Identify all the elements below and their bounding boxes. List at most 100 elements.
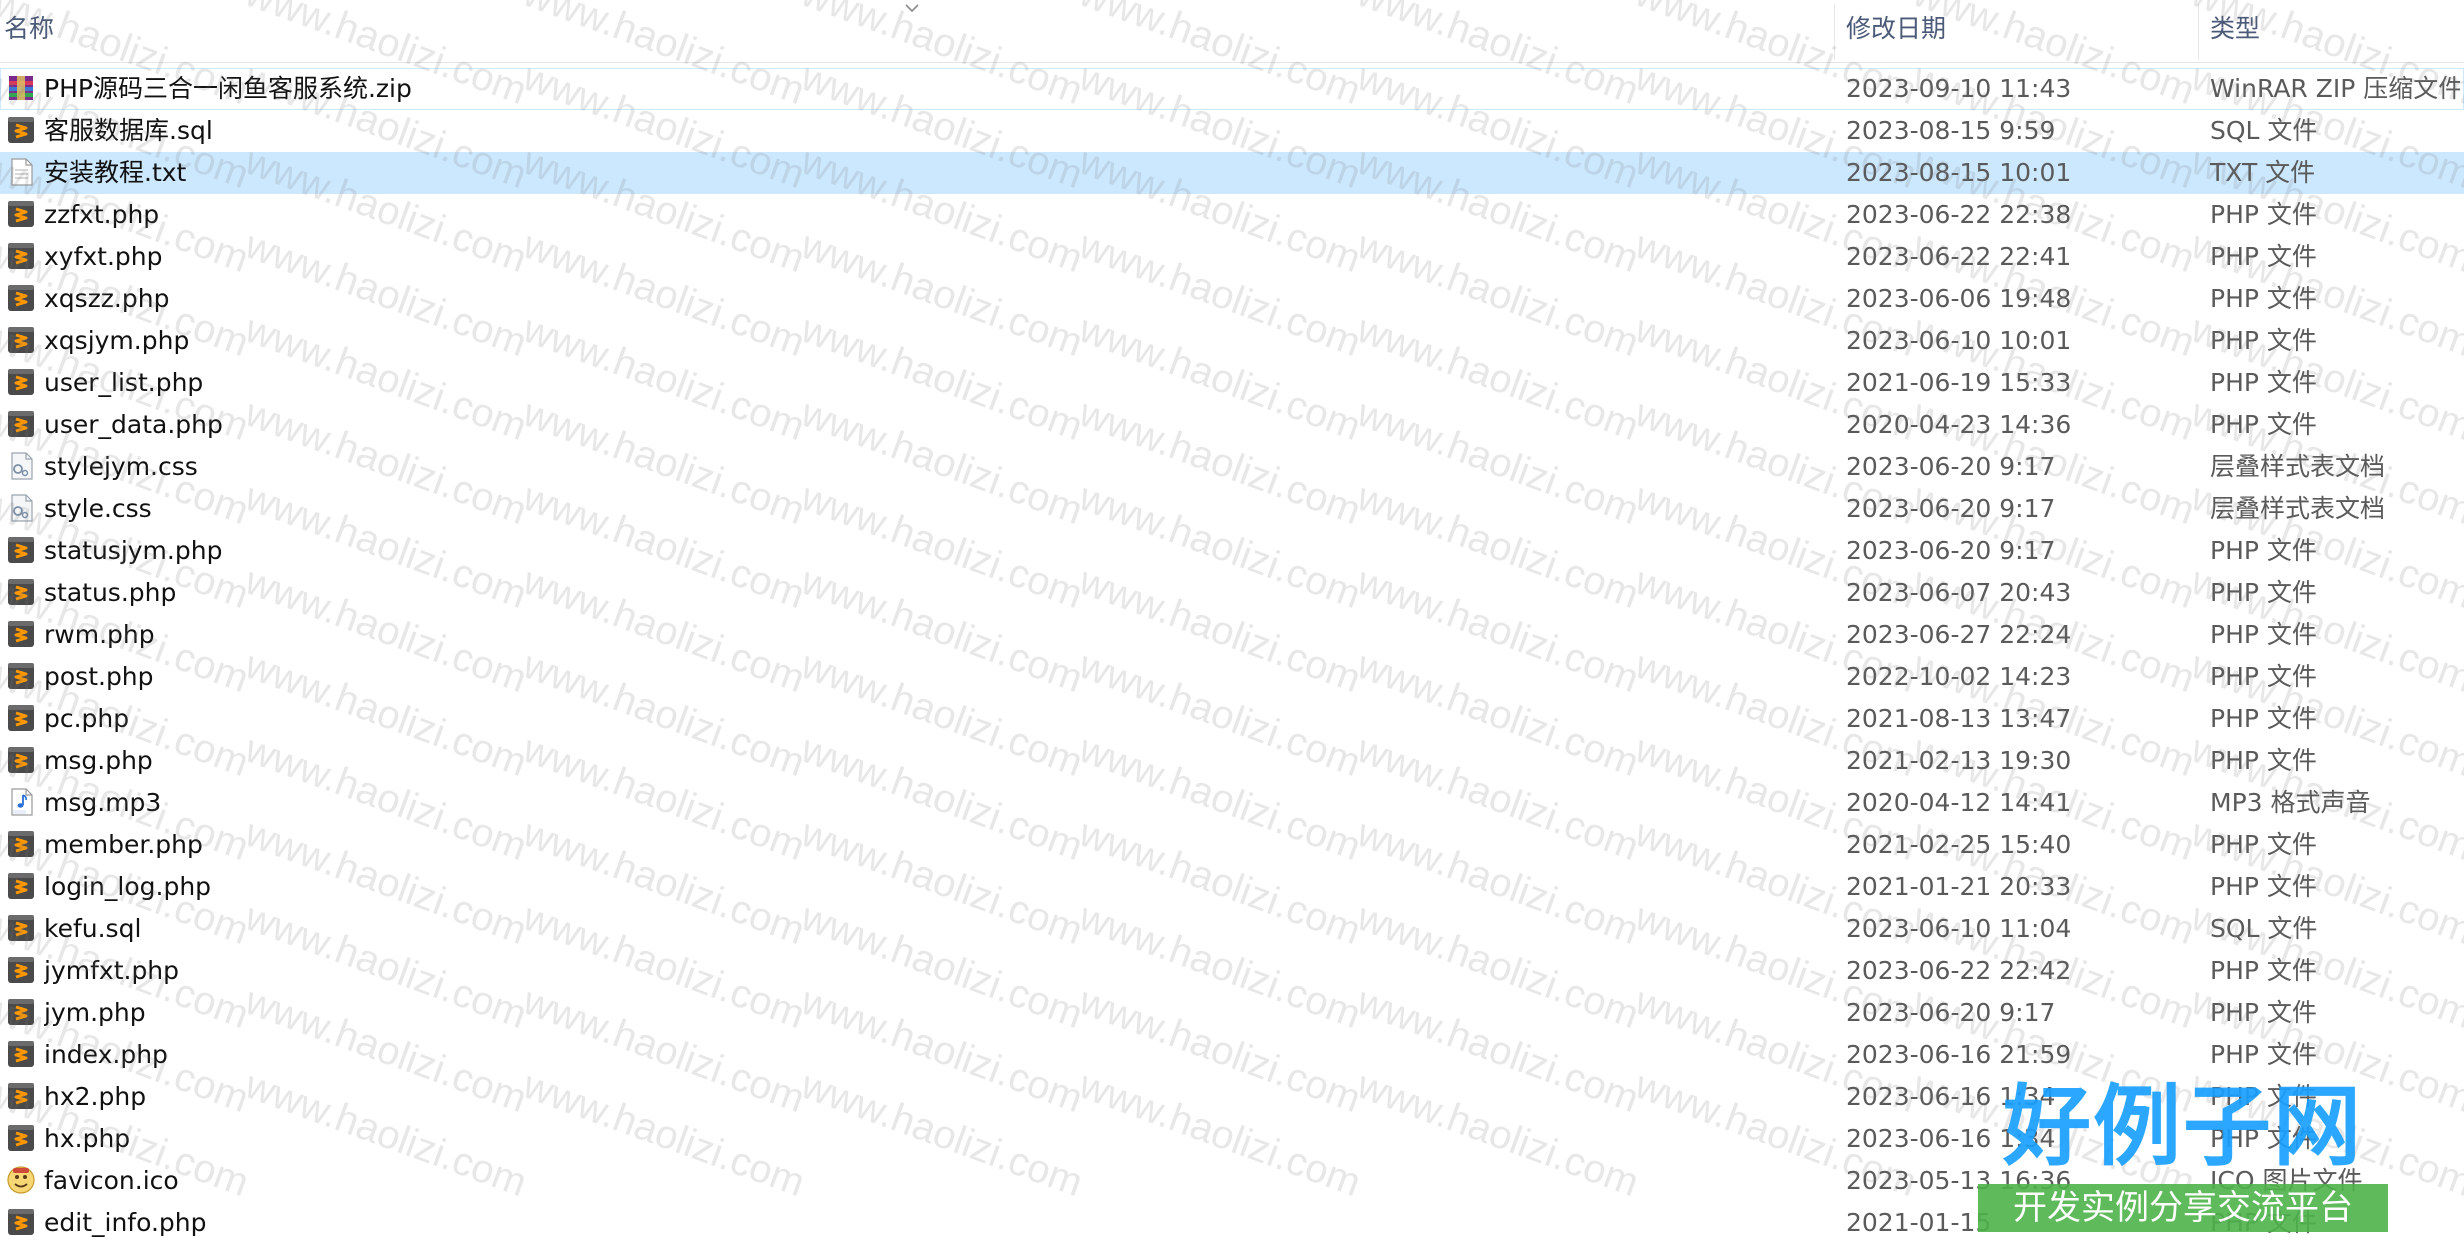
file-name[interactable]: 安装教程.txt [44, 152, 1824, 194]
file-name[interactable]: hx.php [44, 1118, 1824, 1160]
file-name[interactable]: style.css [44, 488, 1824, 530]
file-type: PHP 文件 [2210, 704, 2317, 733]
file-name[interactable]: user_data.php [44, 404, 1824, 446]
file-row[interactable]: stylejym.css 2023-06-20 9:17 层叠样式表文档 [0, 446, 2464, 488]
file-name[interactable]: jymfxt.php [44, 950, 1824, 992]
file-modified-date: 2023-06-07 20:43 [1846, 578, 2072, 607]
sublime-file-icon [8, 285, 34, 311]
file-row[interactable]: index.php 2023-06-16 21:59 PHP 文件 [0, 1034, 2464, 1076]
sublime-file-icon [8, 1041, 34, 1067]
file-name[interactable]: 客服数据库.sql [44, 110, 1824, 152]
file-modified-date: 2023-06-20 9:17 [1846, 452, 2056, 481]
text-file-icon [11, 158, 33, 186]
file-name[interactable]: login_log.php [44, 866, 1824, 908]
file-modified-date: 2023-06-16 21:59 [1846, 1040, 2072, 1069]
file-name[interactable]: pc.php [44, 698, 1824, 740]
file-row[interactable]: rwm.php 2023-06-27 22:24 PHP 文件 [0, 614, 2464, 656]
file-modified-date: 2023-06-20 9:17 [1846, 494, 2056, 523]
file-name[interactable]: favicon.ico [44, 1160, 1824, 1202]
file-row[interactable]: pc.php 2021-08-13 13:47 PHP 文件 [0, 698, 2464, 740]
column-header-date[interactable]: 修改日期 [1846, 0, 2196, 62]
file-type: PHP 文件 [2210, 956, 2317, 985]
file-name[interactable]: stylejym.css [44, 446, 1824, 488]
css-file-icon [11, 452, 33, 480]
file-type: PHP 文件 [2210, 872, 2317, 901]
file-modified-date: 2023-08-15 10:01 [1846, 158, 2072, 187]
file-row[interactable]: user_data.php 2020-04-23 14:36 PHP 文件 [0, 404, 2464, 446]
file-modified-date: 2023-06-10 10:01 [1846, 326, 2072, 355]
file-name[interactable]: xqszz.php [44, 278, 1824, 320]
sublime-file-icon [8, 621, 34, 647]
logo-title: 好例子网 [2002, 1075, 2363, 1178]
file-name[interactable]: zzfxt.php [44, 194, 1824, 236]
file-type: PHP 文件 [2210, 620, 2317, 649]
file-row[interactable]: msg.mp3 2020-04-12 14:41 MP3 格式声音 [0, 782, 2464, 824]
file-row[interactable]: login_log.php 2021-01-21 20:33 PHP 文件 [0, 866, 2464, 908]
file-row[interactable]: kefu.sql 2023-06-10 11:04 SQL 文件 [0, 908, 2464, 950]
file-row[interactable]: member.php 2021-02-25 15:40 PHP 文件 [0, 824, 2464, 866]
file-name[interactable]: user_list.php [44, 362, 1824, 404]
file-row[interactable]: zzfxt.php 2023-06-22 22:38 PHP 文件 [0, 194, 2464, 236]
file-name[interactable]: member.php [44, 824, 1824, 866]
file-modified-date: 2020-04-23 14:36 [1846, 410, 2072, 439]
file-name[interactable]: edit_info.php [44, 1202, 1824, 1242]
file-modified-date: 2021-02-25 15:40 [1846, 830, 2072, 859]
file-name[interactable]: msg.php [44, 740, 1824, 782]
column-header-type[interactable]: 类型 [2210, 0, 2460, 62]
sublime-file-icon [8, 1083, 34, 1109]
file-row[interactable]: jymfxt.php 2023-06-22 22:42 PHP 文件 [0, 950, 2464, 992]
file-name[interactable]: rwm.php [44, 614, 1824, 656]
file-row[interactable]: xqszz.php 2023-06-06 19:48 PHP 文件 [0, 278, 2464, 320]
file-type: PHP 文件 [2210, 410, 2317, 439]
file-name[interactable]: kefu.sql [44, 908, 1824, 950]
sublime-file-icon [8, 117, 34, 143]
column-separator[interactable] [1834, 4, 1835, 60]
sublime-file-icon [8, 1125, 34, 1151]
file-name[interactable]: xqsjym.php [44, 320, 1824, 362]
sublime-file-icon [8, 747, 34, 773]
file-modified-date: 2022-10-02 14:23 [1846, 662, 2072, 691]
file-name[interactable]: xyfxt.php [44, 236, 1824, 278]
file-row[interactable]: user_list.php 2021-06-19 15:33 PHP 文件 [0, 362, 2464, 404]
column-separator[interactable] [2198, 4, 2199, 60]
file-name[interactable]: PHP源码三合一闲鱼客服系统.zip [44, 68, 1824, 110]
sublime-file-icon [8, 999, 34, 1025]
file-name[interactable]: index.php [44, 1034, 1824, 1076]
file-type: PHP 文件 [2210, 200, 2317, 229]
file-type: PHP 文件 [2210, 326, 2317, 355]
file-type: PHP 文件 [2210, 242, 2317, 271]
file-modified-date: 2021-02-13 19:30 [1846, 746, 2072, 775]
file-type: PHP 文件 [2210, 998, 2317, 1027]
sublime-file-icon [8, 327, 34, 353]
file-type: 层叠样式表文档 [2210, 452, 2386, 481]
file-row[interactable]: PHP源码三合一闲鱼客服系统.zip 2023-09-10 11:43 WinRAR… [0, 68, 2464, 110]
file-row[interactable]: xqsjym.php 2023-06-10 10:01 PHP 文件 [0, 320, 2464, 362]
file-row[interactable]: 安装教程.txt 2023-08-15 10:01 TXT 文件 [0, 152, 2464, 194]
file-name[interactable]: msg.mp3 [44, 782, 1824, 824]
file-row[interactable]: statusjym.php 2023-06-20 9:17 PHP 文件 [0, 530, 2464, 572]
file-name[interactable]: jym.php [44, 992, 1824, 1034]
file-type: PHP 文件 [2210, 284, 2317, 313]
file-row[interactable]: status.php 2023-06-07 20:43 PHP 文件 [0, 572, 2464, 614]
file-row[interactable]: post.php 2022-10-02 14:23 PHP 文件 [0, 656, 2464, 698]
file-name[interactable]: post.php [44, 656, 1824, 698]
file-name[interactable]: hx2.php [44, 1076, 1824, 1118]
file-row[interactable]: style.css 2023-06-20 9:17 层叠样式表文档 [0, 488, 2464, 530]
file-list: PHP源码三合一闲鱼客服系统.zip 2023-09-10 11:43 WinRAR… [0, 68, 2464, 1242]
file-type: PHP 文件 [2210, 830, 2317, 859]
file-row[interactable]: xyfxt.php 2023-06-22 22:41 PHP 文件 [0, 236, 2464, 278]
file-modified-date: 2021-08-13 13:47 [1846, 704, 2072, 733]
file-type: PHP 文件 [2210, 1040, 2317, 1069]
file-type: TXT 文件 [2210, 158, 2316, 187]
file-row[interactable]: msg.php 2021-02-13 19:30 PHP 文件 [0, 740, 2464, 782]
file-row[interactable]: 客服数据库.sql 2023-08-15 9:59 SQL 文件 [0, 110, 2464, 152]
sublime-file-icon [8, 705, 34, 731]
file-name[interactable]: status.php [44, 572, 1824, 614]
column-header: 名称 修改日期 类型 [0, 0, 2464, 63]
logo-subtitle: 开发实例分享交流平台 [1978, 1184, 2388, 1232]
file-name[interactable]: statusjym.php [44, 530, 1824, 572]
file-row[interactable]: jym.php 2023-06-20 9:17 PHP 文件 [0, 992, 2464, 1034]
file-type: WinRAR ZIP 压缩文件 [2210, 74, 2460, 103]
file-modified-date: 2023-06-20 9:17 [1846, 536, 2056, 565]
file-modified-date: 2023-06-22 22:38 [1846, 200, 2072, 229]
